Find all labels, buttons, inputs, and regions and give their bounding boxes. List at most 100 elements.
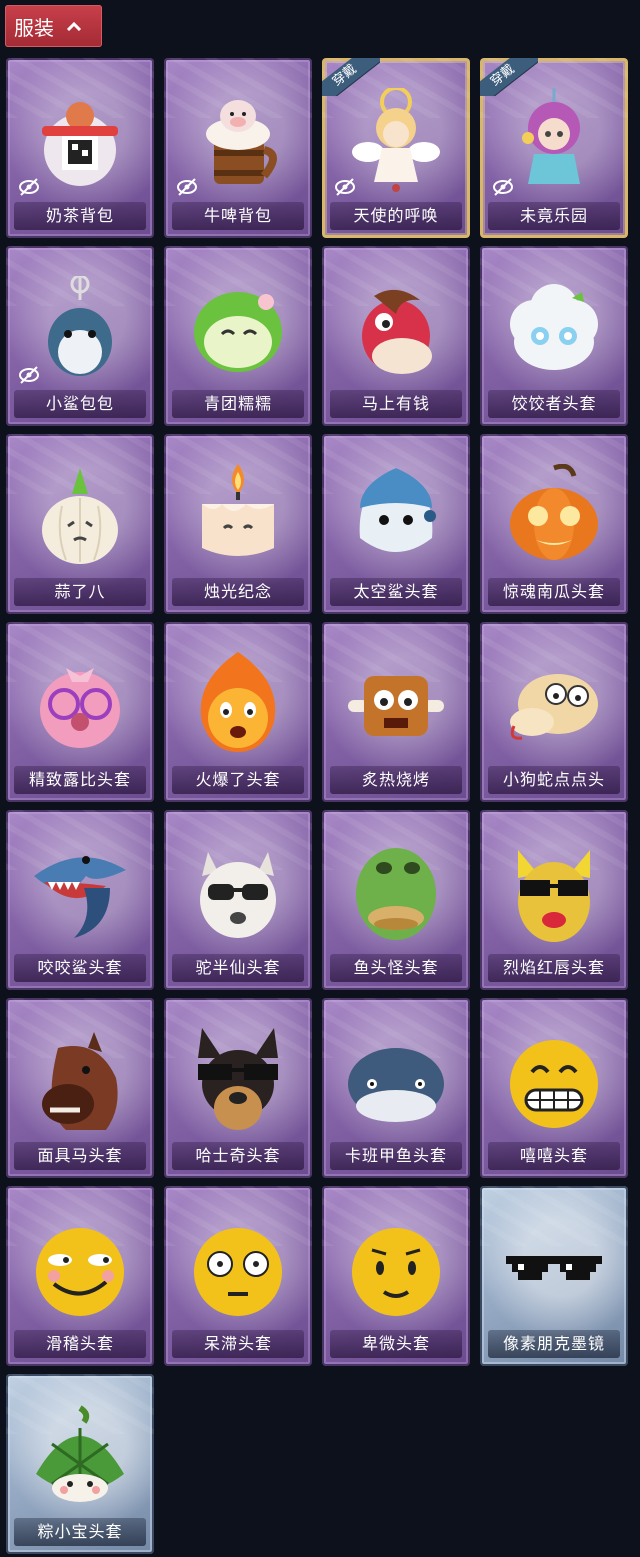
fire-head-icon xyxy=(200,652,276,752)
item-name: 牛啤背包 xyxy=(172,202,304,230)
horse-mask-head-icon xyxy=(42,1032,118,1130)
blank-stare-emoji-head-icon xyxy=(194,1228,282,1316)
item-card[interactable]: 呆滞头套 xyxy=(164,1186,312,1366)
item-card[interactable]: 精致露比头套 xyxy=(6,622,154,802)
alpaca-sunglasses-head-icon xyxy=(200,852,276,938)
item-card[interactable]: 烈焰红唇头套 xyxy=(480,810,628,990)
pink-hair-girl-figure-icon xyxy=(522,88,580,184)
item-name: 未竟乐园 xyxy=(488,202,620,230)
item-card[interactable]: 像素朋克墨镜 xyxy=(480,1186,628,1366)
humble-emoji-head-icon xyxy=(352,1228,440,1316)
item-card[interactable]: 蒜了八 xyxy=(6,434,154,614)
item-name: 卑微头套 xyxy=(330,1330,462,1358)
shark-bag-icon xyxy=(48,276,112,376)
equipped-badge: 穿戴 xyxy=(480,58,538,96)
item-name: 精致露比头套 xyxy=(14,766,146,794)
item-name: 鱼头怪头套 xyxy=(330,954,462,982)
garlic-head-icon xyxy=(42,468,118,564)
chevron-up-icon xyxy=(66,21,82,31)
biting-shark-head-icon xyxy=(34,856,126,938)
item-name: 面具马头套 xyxy=(14,1142,146,1170)
item-card[interactable]: 嘻嘻头套 xyxy=(480,998,628,1178)
item-card[interactable]: 咬咬鲨头套 xyxy=(6,810,154,990)
item-name: 烈焰红唇头套 xyxy=(488,954,620,982)
item-name: 像素朋克墨镜 xyxy=(488,1330,620,1358)
item-name: 呆滞头套 xyxy=(172,1330,304,1358)
blue-fish-head-icon xyxy=(348,1048,444,1122)
item-name: 卡班甲鱼头套 xyxy=(330,1142,462,1170)
pumpkin-head-icon xyxy=(510,464,598,560)
item-card[interactable]: 面具马头套 xyxy=(6,998,154,1178)
hidden-eye-icon xyxy=(19,178,39,196)
equipped-badge: 穿戴 xyxy=(322,58,380,96)
item-card[interactable]: 小狗蛇点点头 xyxy=(480,622,628,802)
item-card[interactable]: 炙热烧烤 xyxy=(322,622,470,802)
pink-beaver-glasses-head-icon xyxy=(40,668,120,748)
item-name: 太空鲨头套 xyxy=(330,578,462,606)
space-shark-head-icon xyxy=(359,468,436,552)
item-name: 炙热烧烤 xyxy=(330,766,462,794)
item-name: 饺饺者头套 xyxy=(488,390,620,418)
husky-sunglasses-head-icon xyxy=(198,1028,278,1130)
item-name: 粽小宝头套 xyxy=(14,1518,146,1546)
item-name: 哈士奇头套 xyxy=(172,1142,304,1170)
item-card[interactable]: 穿戴未竟乐园 xyxy=(480,58,628,238)
zongzi-head-icon xyxy=(36,1405,124,1502)
grinning-emoji-head-icon xyxy=(510,1040,598,1128)
category-tab-clothing[interactable]: 服装 xyxy=(5,5,102,47)
hidden-eye-icon xyxy=(177,178,197,196)
bbq-meat-head-icon xyxy=(348,676,444,736)
pixel-sunglasses-icon xyxy=(506,1256,602,1280)
milk-tea-backpack-icon xyxy=(42,102,118,186)
item-grid: 奶茶背包 牛啤背包 穿戴 天使的呼唤 穿戴 未竟乐园 小鲨包包 青团糯糯 马上有钱 饺饺者头套 蒜了… xyxy=(6,58,628,1554)
green-rice-ball-icon xyxy=(194,292,282,372)
cow-beer-mug-backpack-icon xyxy=(206,100,277,184)
sly-smile-emoji-head-icon xyxy=(36,1228,124,1316)
item-name: 驼半仙头套 xyxy=(172,954,304,982)
item-card[interactable]: 烛光纪念 xyxy=(164,434,312,614)
hidden-eye-icon xyxy=(19,366,39,384)
item-card[interactable]: 太空鲨头套 xyxy=(322,434,470,614)
item-card[interactable]: 小鲨包包 xyxy=(6,246,154,426)
equipped-badge-label: 穿戴 xyxy=(480,58,538,96)
item-card[interactable]: 青团糯糯 xyxy=(164,246,312,426)
item-name: 惊魂南瓜头套 xyxy=(488,578,620,606)
red-horse-head-icon xyxy=(362,289,432,374)
item-card[interactable]: 奶茶背包 xyxy=(6,58,154,238)
snake-dog-head-icon xyxy=(510,674,598,740)
yellow-red-lips-head-icon xyxy=(518,850,590,942)
item-card[interactable]: 马上有钱 xyxy=(322,246,470,426)
candle-head-icon xyxy=(202,464,274,556)
hidden-eye-icon xyxy=(335,178,355,196)
item-card[interactable]: 哈士奇头套 xyxy=(164,998,312,1178)
item-name: 奶茶背包 xyxy=(14,202,146,230)
fish-monster-head-icon xyxy=(356,848,436,940)
item-name: 火爆了头套 xyxy=(172,766,304,794)
item-card[interactable]: 滑稽头套 xyxy=(6,1186,154,1366)
item-name: 滑稽头套 xyxy=(14,1330,146,1358)
item-card[interactable]: 卡班甲鱼头套 xyxy=(322,998,470,1178)
item-name: 烛光纪念 xyxy=(172,578,304,606)
item-card[interactable]: 驼半仙头套 xyxy=(164,810,312,990)
item-card[interactable]: 穿戴天使的呼唤 xyxy=(322,58,470,238)
item-name: 天使的呼唤 xyxy=(330,202,462,230)
item-name: 马上有钱 xyxy=(330,390,462,418)
item-card[interactable]: 牛啤背包 xyxy=(164,58,312,238)
item-name: 咬咬鲨头套 xyxy=(14,954,146,982)
item-card[interactable]: 鱼头怪头套 xyxy=(322,810,470,990)
item-name: 小狗蛇点点头 xyxy=(488,766,620,794)
angel-figure-icon xyxy=(352,88,440,192)
hidden-eye-icon xyxy=(493,178,513,196)
item-card[interactable]: 卑微头套 xyxy=(322,1186,470,1366)
dumpling-cloud-head-icon xyxy=(510,284,598,370)
item-card[interactable]: 饺饺者头套 xyxy=(480,246,628,426)
wardrobe-panel: 服装 奶茶背包 牛啤背包 穿戴 天使的呼唤 穿戴 未竟乐园 小鲨包包 青团糯糯 马上有钱 饺饺者头… xyxy=(0,0,640,1557)
item-name: 蒜了八 xyxy=(14,578,146,606)
equipped-badge-label: 穿戴 xyxy=(322,58,380,96)
item-name: 小鲨包包 xyxy=(14,390,146,418)
item-card[interactable]: 粽小宝头套 xyxy=(6,1374,154,1554)
item-card[interactable]: 火爆了头套 xyxy=(164,622,312,802)
item-name: 青团糯糯 xyxy=(172,390,304,418)
item-name: 嘻嘻头套 xyxy=(488,1142,620,1170)
item-card[interactable]: 惊魂南瓜头套 xyxy=(480,434,628,614)
